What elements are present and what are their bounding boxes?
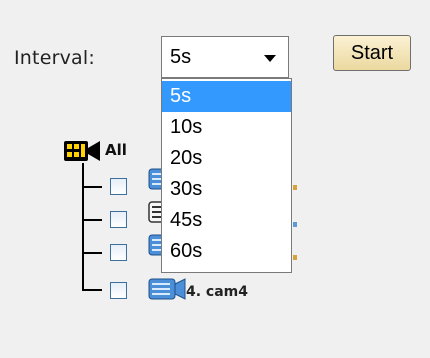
- interval-option[interactable]: 60s: [162, 236, 291, 267]
- interval-dropdown-list: 5s 10s 20s 30s 45s 60s: [161, 78, 292, 273]
- camera-checkbox[interactable]: [110, 244, 127, 261]
- tree-branch-line: [82, 186, 102, 188]
- decoration: [293, 255, 297, 260]
- interval-option[interactable]: 45s: [162, 205, 291, 236]
- interval-option[interactable]: 30s: [162, 174, 291, 205]
- interval-option[interactable]: 5s: [162, 81, 291, 112]
- decoration: [293, 222, 297, 227]
- camera-checkbox[interactable]: [110, 211, 127, 228]
- tree-branch-line: [82, 289, 102, 291]
- chevron-down-icon[interactable]: [264, 55, 276, 62]
- decoration: [293, 185, 297, 190]
- camera-icon: [148, 278, 186, 300]
- interval-select[interactable]: 5s: [161, 36, 289, 78]
- interval-option[interactable]: 10s: [162, 112, 291, 143]
- interval-option[interactable]: 20s: [162, 143, 291, 174]
- tree-trunk-line: [82, 163, 84, 291]
- camera-label[interactable]: 4. cam4: [186, 284, 248, 300]
- tree-branch-line: [82, 219, 102, 221]
- tree-branch-line: [82, 252, 102, 254]
- interval-select-value: 5s: [170, 46, 192, 68]
- camera-checkbox[interactable]: [110, 282, 127, 299]
- interval-label: Interval:: [14, 47, 95, 69]
- start-button[interactable]: Start: [333, 35, 411, 71]
- camera-group-icon: [64, 141, 100, 161]
- tree-root-label[interactable]: All: [105, 141, 127, 159]
- camera-checkbox[interactable]: [110, 178, 127, 195]
